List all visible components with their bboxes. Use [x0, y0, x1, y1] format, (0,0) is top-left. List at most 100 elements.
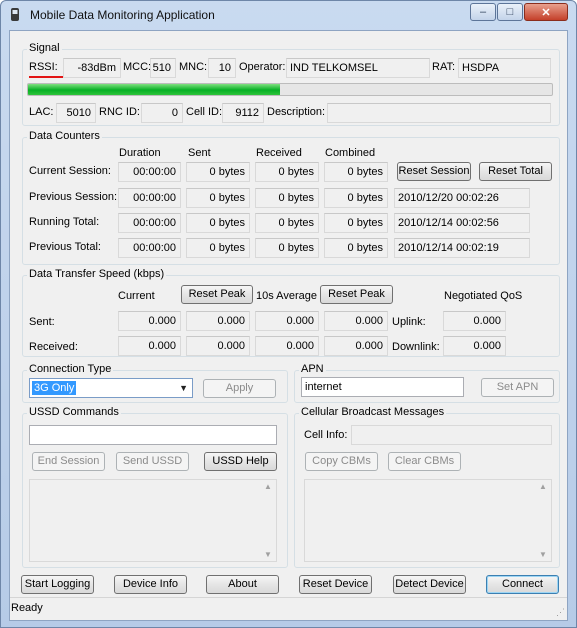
main-window: Mobile Data Monitoring Application – □ ✕… [0, 0, 577, 628]
cbm-group: Cellular Broadcast Messages Cell Info: C… [294, 406, 560, 568]
reset-peak-average-button[interactable]: Reset Peak [320, 285, 393, 304]
cell-id-value: 9112 [222, 103, 264, 123]
about-button[interactable]: About [206, 575, 279, 594]
minimize-button[interactable]: – [470, 3, 496, 21]
cell-info-label: Cell Info: [304, 429, 348, 441]
rat-label: RAT: [432, 61, 456, 73]
connect-button[interactable]: Connect [486, 575, 559, 594]
apn-input[interactable]: internet [301, 377, 464, 397]
scroll-up-icon[interactable]: ▲ [264, 482, 272, 491]
apply-button[interactable]: Apply [203, 379, 276, 398]
minimize-icon: – [479, 6, 487, 18]
header-sent: Sent [188, 147, 211, 159]
connection-type-select[interactable]: 3G Only ▼ [29, 378, 193, 398]
operator-label: Operator: [239, 61, 286, 73]
title-bar[interactable]: Mobile Data Monitoring Application – □ ✕ [1, 1, 576, 29]
cbm-scrollbar[interactable]: ▲ ▼ [536, 480, 551, 561]
resize-grip-icon[interactable]: ⋰ [556, 607, 565, 618]
previous-total-combined: 0 bytes [324, 238, 388, 258]
previous-session-combined: 0 bytes [324, 188, 388, 208]
sent-peak: 0.000 [186, 311, 250, 331]
scroll-down-icon[interactable]: ▼ [264, 550, 272, 559]
current-session-sent: 0 bytes [186, 162, 250, 182]
running-total-duration: 00:00:00 [118, 213, 181, 233]
phone-icon [11, 8, 19, 21]
rnc-value: 0 [141, 103, 183, 123]
received-peak: 0.000 [186, 336, 250, 356]
previous-session-sent: 0 bytes [186, 188, 250, 208]
cell-info-value [351, 425, 552, 445]
window-title: Mobile Data Monitoring Application [30, 8, 215, 22]
previous-total-duration: 00:00:00 [118, 238, 181, 258]
rssi-label: RSSI: [29, 61, 58, 73]
transfer-speed-title: Data Transfer Speed (kbps) [27, 268, 167, 280]
ussd-title: USSD Commands [27, 406, 121, 418]
ussd-response-area[interactable]: ▲ ▼ [29, 479, 277, 562]
dropdown-arrow-icon[interactable]: ▼ [179, 383, 188, 393]
current-session-received: 0 bytes [255, 162, 319, 182]
copy-cbms-button[interactable]: Copy CBMs [305, 452, 378, 471]
send-ussd-button[interactable]: Send USSD [116, 452, 189, 471]
scroll-up-icon[interactable]: ▲ [539, 482, 547, 491]
data-counters-title: Data Counters [27, 130, 102, 142]
scroll-down-icon[interactable]: ▼ [539, 550, 547, 559]
uplink-value: 0.000 [443, 311, 506, 331]
connection-type-title: Connection Type [27, 363, 114, 375]
sent-current: 0.000 [118, 311, 181, 331]
apn-group: APN internet Set APN [294, 363, 560, 403]
previous-total-received: 0 bytes [255, 238, 319, 258]
cbm-message-area[interactable]: ▲ ▼ [304, 479, 552, 562]
status-text: Ready [11, 602, 43, 614]
operator-value: IND TELKOMSEL [286, 58, 430, 78]
sent-average: 0.000 [255, 311, 319, 331]
previous-session-duration: 00:00:00 [118, 188, 181, 208]
ussd-input[interactable] [29, 425, 277, 445]
header-duration: Duration [119, 147, 161, 159]
description-value [327, 103, 551, 123]
mcc-value: 510 [150, 58, 176, 78]
maximize-icon: □ [506, 6, 514, 18]
previous-session-timestamp: 2010/12/20 00:02:26 [394, 188, 530, 208]
rssi-value: -83dBm [63, 58, 121, 78]
previous-total-sent: 0 bytes [186, 238, 250, 258]
clear-cbms-button[interactable]: Clear CBMs [388, 452, 461, 471]
reset-peak-current-button[interactable]: Reset Peak [181, 285, 253, 304]
signal-group-title: Signal [27, 42, 62, 54]
signal-strength-fill [28, 84, 280, 95]
signal-group: Signal RSSI: -83dBm MCC: 510 MNC: 10 Ope… [22, 42, 560, 126]
received-current: 0.000 [118, 336, 181, 356]
mnc-label: MNC: [179, 61, 208, 73]
header-combined: Combined [325, 147, 376, 159]
data-counters-group: Data Counters Duration Sent Received Com… [22, 130, 560, 265]
downlink-label: Downlink: [392, 341, 440, 353]
description-label: Description: [267, 106, 326, 118]
reset-device-button[interactable]: Reset Device [299, 575, 372, 594]
status-bar: Ready ⋰ [10, 597, 567, 620]
set-apn-button[interactable]: Set APN [481, 378, 554, 397]
running-total-timestamp: 2010/12/14 00:02:56 [394, 213, 530, 233]
maximize-button[interactable]: □ [497, 3, 523, 21]
ussd-group: USSD Commands End Session Send USSD USSD… [22, 406, 288, 568]
end-session-button[interactable]: End Session [32, 452, 105, 471]
received-average-peak: 0.000 [324, 336, 388, 356]
previous-total-timestamp: 2010/12/14 00:02:19 [394, 238, 530, 258]
running-total-received: 0 bytes [255, 213, 319, 233]
lac-value: 5010 [56, 103, 96, 123]
mcc-label: MCC: [123, 61, 152, 73]
start-logging-button[interactable]: Start Logging [21, 575, 94, 594]
reset-total-button[interactable]: Reset Total [479, 162, 552, 181]
current-session-combined: 0 bytes [324, 162, 388, 182]
reset-session-button[interactable]: Reset Session [397, 162, 471, 181]
previous-total-label: Previous Total: [29, 241, 101, 253]
speed-received-label: Received: [29, 341, 78, 353]
ussd-scrollbar[interactable]: ▲ ▼ [261, 480, 276, 561]
previous-session-received: 0 bytes [255, 188, 319, 208]
transfer-speed-group: Data Transfer Speed (kbps) Current Reset… [22, 268, 560, 357]
ussd-help-button[interactable]: USSD Help [204, 452, 277, 471]
close-button[interactable]: ✕ [524, 3, 568, 21]
sent-average-peak: 0.000 [324, 311, 388, 331]
received-average: 0.000 [255, 336, 319, 356]
device-info-button[interactable]: Device Info [114, 575, 187, 594]
speed-sent-label: Sent: [29, 316, 55, 328]
detect-device-button[interactable]: Detect Device [393, 575, 466, 594]
